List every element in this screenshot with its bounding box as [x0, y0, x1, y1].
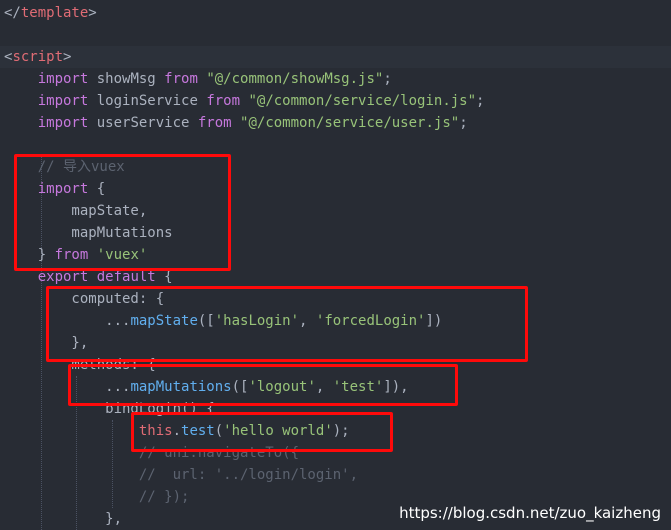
- code-token: ;: [476, 93, 485, 109]
- code-line[interactable]: },: [4, 508, 122, 530]
- code-token: },: [4, 511, 123, 527]
- highlight-box-computed: [46, 286, 528, 362]
- code-token: ;: [459, 115, 468, 131]
- code-token: script: [12, 49, 64, 65]
- code-token: loginService: [88, 93, 207, 109]
- code-token: ;: [383, 71, 392, 87]
- code-token: import: [37, 71, 89, 87]
- code-token: from: [197, 115, 232, 131]
- code-token: // url: '../login/login',: [138, 467, 359, 483]
- code-token: "@/common/showMsg.js": [206, 71, 384, 87]
- watermark: https://blog.csdn.net/zuo_kaizheng: [399, 504, 661, 522]
- code-token: {: [155, 269, 173, 285]
- code-token: </: [4, 5, 21, 21]
- code-token: export: [37, 269, 89, 285]
- code-token: import: [37, 93, 89, 109]
- code-token: "@/common/service/user.js": [240, 115, 460, 131]
- code-editor[interactable]: </template> <script> import showMsg from …: [0, 0, 671, 530]
- code-token: from: [206, 93, 241, 109]
- code-token: "@/common/service/login.js": [248, 93, 477, 109]
- code-line[interactable]: import loginService from "@/common/servi…: [4, 90, 485, 112]
- highlight-box-this-test: [131, 412, 393, 452]
- code-token: >: [63, 49, 72, 65]
- code-line[interactable]: // });: [4, 486, 190, 508]
- highlight-box-vuex-import: [14, 154, 231, 271]
- code-token: userService: [88, 115, 198, 131]
- code-line[interactable]: import userService from "@/common/servic…: [4, 112, 468, 134]
- code-token: // });: [138, 489, 190, 505]
- code-token: >: [88, 5, 97, 21]
- code-line[interactable]: // url: '../login/login',: [4, 464, 358, 486]
- code-token: from: [164, 71, 198, 87]
- code-token: import: [37, 115, 89, 131]
- code-token: showMsg: [88, 71, 165, 87]
- highlight-box-mapmutations: [68, 364, 458, 406]
- code-token: template: [20, 5, 89, 21]
- code-token: default: [96, 269, 156, 285]
- code-line[interactable]: </template>: [4, 2, 97, 24]
- code-line[interactable]: import showMsg from "@/common/showMsg.js…: [4, 68, 392, 90]
- code-line[interactable]: <script>: [0, 46, 671, 68]
